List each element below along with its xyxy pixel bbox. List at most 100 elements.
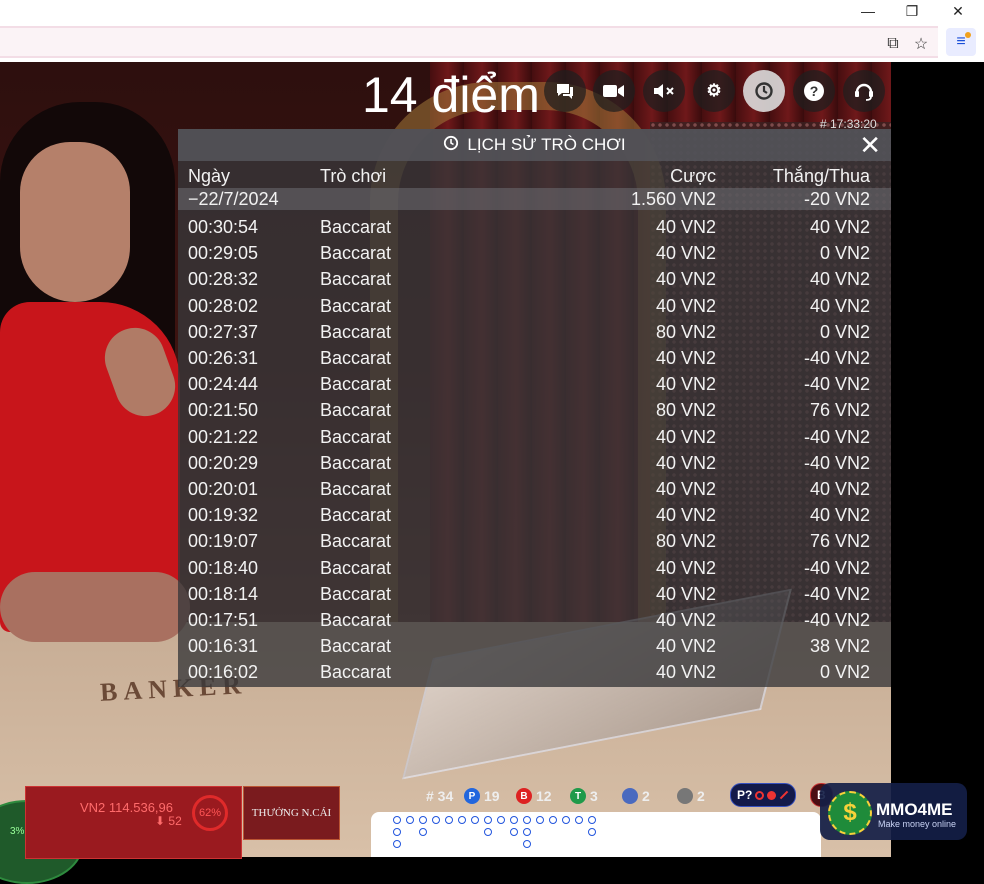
browser-menu-icon[interactable]: ≡ — [946, 28, 976, 56]
history-bet: 40 VN2 — [655, 662, 716, 683]
history-row[interactable]: 00:18:40 Baccarat 40 VN2 -40 VN2 — [178, 555, 891, 581]
tie-count: 3 — [590, 788, 598, 804]
history-bet: 40 VN2 — [655, 269, 716, 290]
history-row[interactable]: 00:18:14 Baccarat 40 VN2 -40 VN2 — [178, 581, 891, 607]
history-title-icon — [443, 135, 459, 156]
history-row[interactable]: 00:27:37 Baccarat 80 VN2 0 VN2 — [178, 319, 891, 345]
road-bead — [393, 828, 401, 836]
watermark-title: MMO4ME — [876, 800, 953, 819]
column-game: Trò chơi — [320, 166, 387, 186]
history-game: Baccarat — [320, 374, 392, 395]
history-row[interactable]: 00:16:02 Baccarat 40 VN2 0 VN2 — [178, 659, 891, 685]
history-game: Baccarat — [320, 217, 392, 237]
banker-pair-stat: 2 — [677, 786, 705, 806]
history-row[interactable]: 00:28:32 Baccarat 40 VN2 40 VN2 — [178, 266, 891, 292]
history-game: Baccarat — [320, 452, 392, 473]
chat-icon[interactable] — [544, 70, 586, 112]
history-time: 00:18:40 — [188, 557, 259, 578]
history-result: -40 VN2 — [803, 348, 870, 368]
browser-titlebar: — ❐ ✕ — [0, 0, 984, 22]
update-dot-icon — [965, 32, 971, 38]
history-time: 00:26:31 — [188, 348, 259, 368]
dealer-face — [20, 142, 130, 302]
road-bead — [393, 816, 401, 824]
history-game: Baccarat — [320, 662, 392, 683]
history-panel-title: LỊCH SỬ TRÒ CHƠI — [467, 135, 626, 154]
help-icon[interactable]: ? — [793, 70, 835, 112]
tie-stat: T 3 — [570, 786, 598, 806]
bead-road-scoreboard[interactable] — [371, 812, 821, 857]
history-row[interactable]: 00:29:05 Baccarat 40 VN2 0 VN2 — [178, 240, 891, 266]
banker-wins-count: 12 — [536, 788, 552, 804]
address-bar[interactable] — [0, 26, 938, 58]
banker-bonus-button[interactable]: THƯỞNG N.CÁI — [243, 786, 340, 840]
road-bead — [510, 816, 518, 824]
history-time: 00:29:05 — [188, 243, 259, 264]
history-result: 40 VN2 — [809, 217, 870, 237]
dollar-coin-icon: $ — [828, 791, 872, 835]
video-camera-icon[interactable] — [593, 70, 635, 112]
history-result: 40 VN2 — [809, 479, 870, 499]
settings-gear-icon[interactable]: ⚙ — [693, 70, 735, 112]
restore-icon[interactable]: ❐ — [890, 0, 934, 22]
history-result: 40 VN2 — [809, 505, 870, 526]
history-time: 00:19:32 — [188, 505, 259, 526]
history-game: Baccarat — [320, 348, 392, 368]
history-row[interactable]: 00:28:02 Baccarat 40 VN2 40 VN2 — [178, 293, 891, 319]
predict-player-button[interactable]: P? — [730, 783, 797, 807]
cast-icon[interactable]: ⧉ — [882, 34, 904, 54]
history-time: 00:19:07 — [188, 531, 259, 552]
history-time: 00:17:51 — [188, 610, 259, 630]
history-result: 40 VN2 — [809, 269, 870, 290]
game-history-panel: LỊCH SỬ TRÒ CHƠI ✕ Ngày Trò chơi Cược Th… — [178, 129, 891, 687]
history-row[interactable]: 00:26:31 Baccarat 40 VN2 -40 VN2 — [178, 345, 891, 371]
history-game: Baccarat — [320, 295, 392, 316]
road-bead — [484, 816, 492, 824]
mute-icon[interactable] — [643, 70, 685, 112]
bookmark-star-icon[interactable]: ☆ — [910, 34, 932, 54]
history-row[interactable]: 00:21:22 Baccarat 40 VN2 -40 VN2 — [178, 424, 891, 450]
history-row[interactable]: 00:20:01 Baccarat 40 VN2 40 VN2 — [178, 476, 891, 502]
balance-sub: ⬇ 52 — [155, 814, 182, 828]
history-row[interactable]: 00:19:07 Baccarat 80 VN2 76 VN2 — [178, 528, 891, 554]
history-row[interactable]: 00:20:29 Baccarat 40 VN2 -40 VN2 — [178, 450, 891, 476]
history-bet: 40 VN2 — [655, 452, 716, 473]
history-bet: 80 VN2 — [655, 400, 716, 421]
summary-win-loss: -20 VN2 — [803, 189, 870, 209]
history-result: -40 VN2 — [803, 610, 870, 630]
road-bead — [471, 816, 479, 824]
history-day-summary[interactable]: −22/7/2024 1.560 VN2 -20 VN2 — [178, 188, 891, 210]
support-headset-icon[interactable] — [843, 70, 885, 112]
history-time: 00:28:32 — [188, 269, 259, 290]
history-result: -40 VN2 — [803, 557, 870, 578]
history-bet: 40 VN2 — [655, 426, 716, 447]
history-row[interactable]: 00:30:54 Baccarat 40 VN2 40 VN2 — [178, 214, 891, 240]
banker-pair-icon — [677, 788, 693, 804]
history-row[interactable]: 00:21:50 Baccarat 80 VN2 76 VN2 — [178, 397, 891, 423]
history-bet: 40 VN2 — [655, 583, 716, 604]
road-bead — [523, 840, 531, 848]
history-game: Baccarat — [320, 531, 392, 552]
close-history-icon[interactable]: ✕ — [859, 131, 881, 159]
big-eye-icon — [755, 790, 765, 800]
history-row[interactable]: 00:17:51 Baccarat 40 VN2 -40 VN2 — [178, 607, 891, 633]
road-bead — [419, 816, 427, 824]
history-icon[interactable] — [743, 70, 785, 112]
minimize-icon[interactable]: — — [846, 0, 890, 22]
history-game: Baccarat — [320, 400, 392, 421]
history-row[interactable]: 00:19:32 Baccarat 40 VN2 40 VN2 — [178, 502, 891, 528]
road-bead — [523, 828, 531, 836]
history-result: 0 VN2 — [819, 243, 870, 264]
predict-player-label: P? — [737, 788, 753, 802]
history-row[interactable]: 00:16:31 Baccarat 40 VN2 38 VN2 — [178, 633, 891, 659]
history-game: Baccarat — [320, 636, 392, 657]
player-wins-stat: P 19 — [464, 786, 500, 806]
road-bead — [575, 816, 583, 824]
history-game: Baccarat — [320, 479, 392, 499]
history-result: -40 VN2 — [803, 426, 870, 447]
road-bead — [419, 828, 427, 836]
history-result: -40 VN2 — [803, 583, 870, 604]
close-window-icon[interactable]: ✕ — [936, 0, 980, 22]
summary-bet: 1.560 VN2 — [630, 189, 716, 209]
history-row[interactable]: 00:24:44 Baccarat 40 VN2 -40 VN2 — [178, 371, 891, 397]
